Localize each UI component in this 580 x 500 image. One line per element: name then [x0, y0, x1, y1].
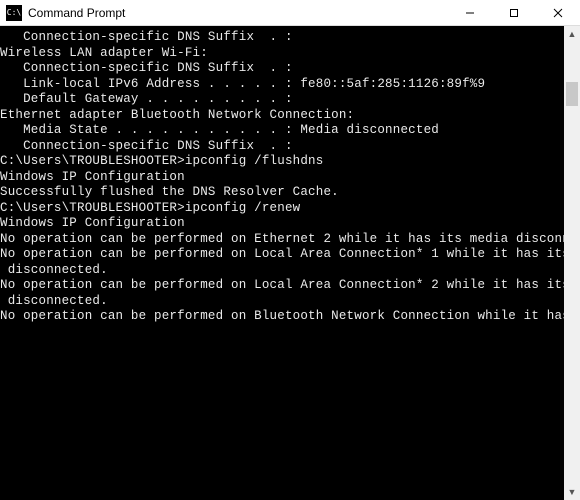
vertical-scrollbar[interactable]: ▲ ▼ — [564, 26, 580, 500]
terminal-line: Link-local IPv6 Address . . . . . : fe80… — [0, 77, 564, 93]
command-prompt-window: C:\ Command Prompt Connection-specific D… — [0, 0, 580, 500]
window-title: Command Prompt — [28, 6, 125, 20]
terminal-line: Successfully flushed the DNS Resolver Ca… — [0, 185, 564, 201]
maximize-button[interactable] — [492, 0, 536, 26]
terminal-line: Connection-specific DNS Suffix . : — [0, 30, 564, 46]
terminal-line: Windows IP Configuration — [0, 170, 564, 186]
terminal-line: Connection-specific DNS Suffix . : — [0, 61, 564, 77]
terminal-line: Windows IP Configuration — [0, 216, 564, 232]
app-icon: C:\ — [6, 5, 22, 21]
maximize-icon — [509, 8, 519, 18]
client-area: Connection-specific DNS Suffix . :Wirele… — [0, 26, 580, 500]
terminal-line: C:\Users\TROUBLESHOOTER>ipconfig /flushd… — [0, 154, 564, 170]
minimize-button[interactable] — [448, 0, 492, 26]
terminal-line: Ethernet adapter Bluetooth Network Conne… — [0, 108, 564, 124]
scroll-up-arrow-icon[interactable]: ▲ — [564, 26, 580, 42]
terminal-line: Connection-specific DNS Suffix . : — [0, 139, 564, 155]
close-icon — [553, 8, 563, 18]
terminal-line: No operation can be performed on Local A… — [0, 278, 564, 294]
terminal-line: Wireless LAN adapter Wi-Fi: — [0, 46, 564, 62]
close-button[interactable] — [536, 0, 580, 26]
titlebar[interactable]: C:\ Command Prompt — [0, 0, 580, 26]
terminal-output[interactable]: Connection-specific DNS Suffix . :Wirele… — [0, 26, 564, 500]
scroll-down-arrow-icon[interactable]: ▼ — [564, 484, 580, 500]
scrollbar-track[interactable] — [564, 42, 580, 484]
terminal-line: C:\Users\TROUBLESHOOTER>ipconfig /renew — [0, 201, 564, 217]
terminal-line: No operation can be performed on Local A… — [0, 247, 564, 263]
minimize-icon — [465, 8, 475, 18]
terminal-line: Media State . . . . . . . . . . . : Medi… — [0, 123, 564, 139]
scrollbar-thumb[interactable] — [566, 82, 578, 106]
terminal-line: disconnected. — [0, 263, 564, 279]
terminal-line: No operation can be performed on Bluetoo… — [0, 309, 564, 325]
terminal-line: Default Gateway . . . . . . . . . : — [0, 92, 564, 108]
terminal-line: disconnected. — [0, 294, 564, 310]
terminal-line: No operation can be performed on Etherne… — [0, 232, 564, 248]
